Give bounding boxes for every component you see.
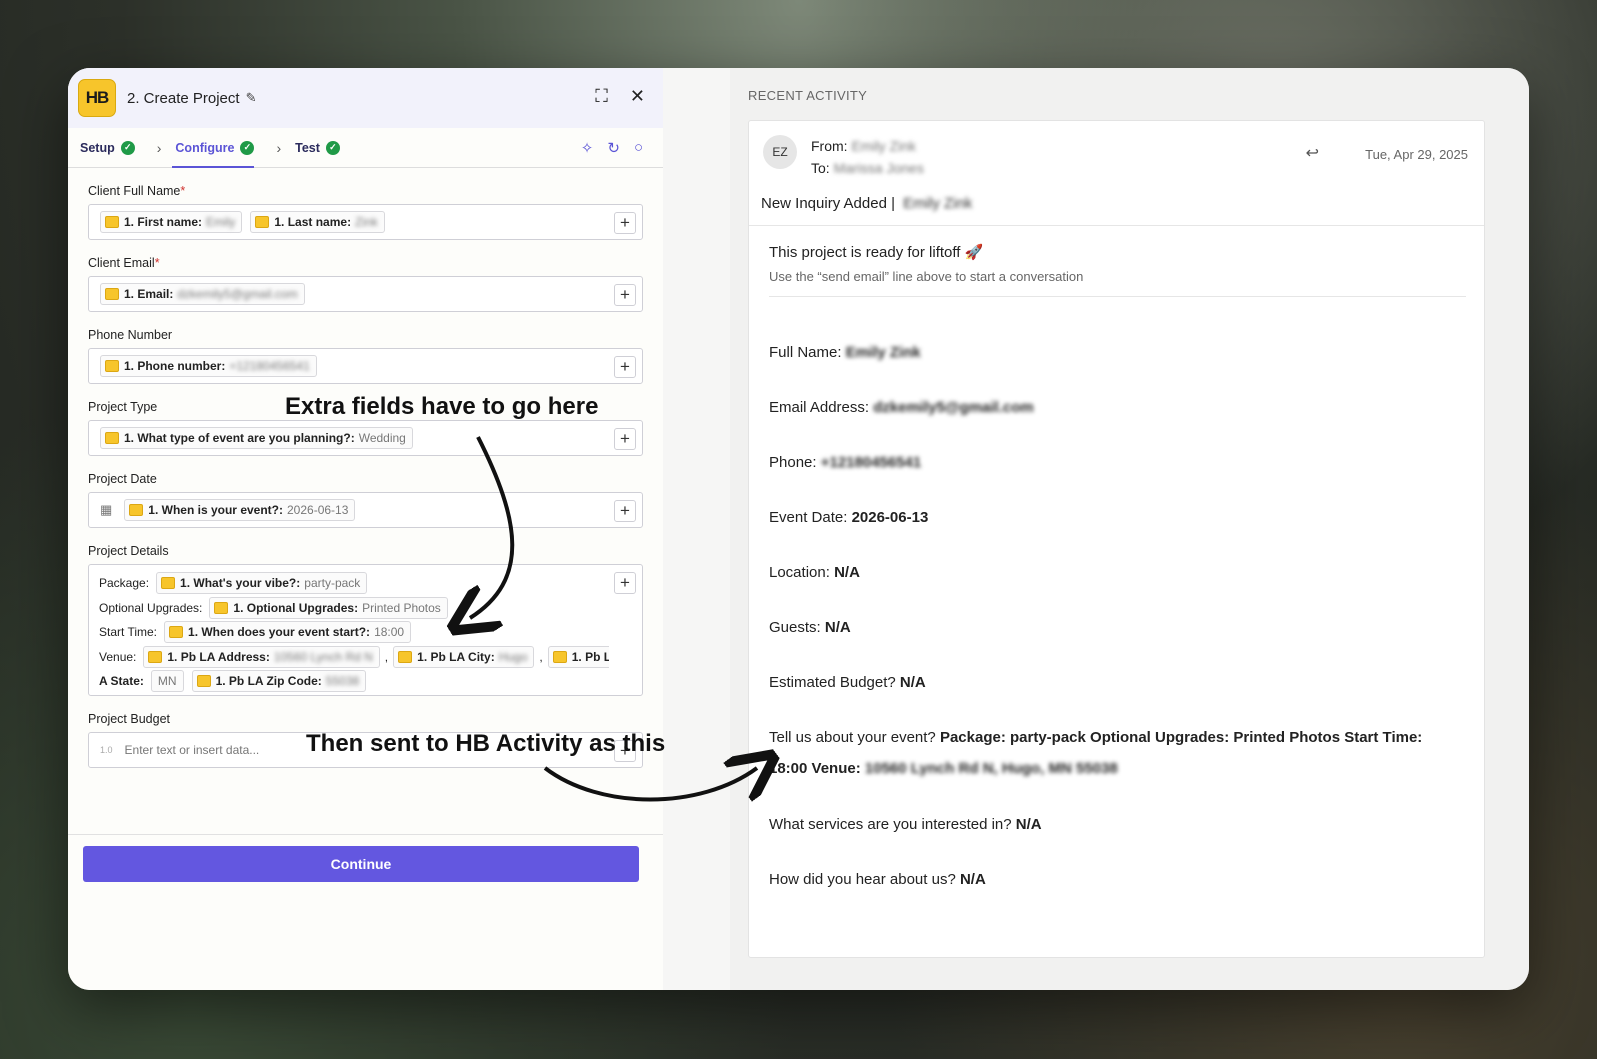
annotation-arrows [0,436,1597,1059]
arrow-to-details [470,436,515,618]
arrow-to-activity [543,768,757,800]
